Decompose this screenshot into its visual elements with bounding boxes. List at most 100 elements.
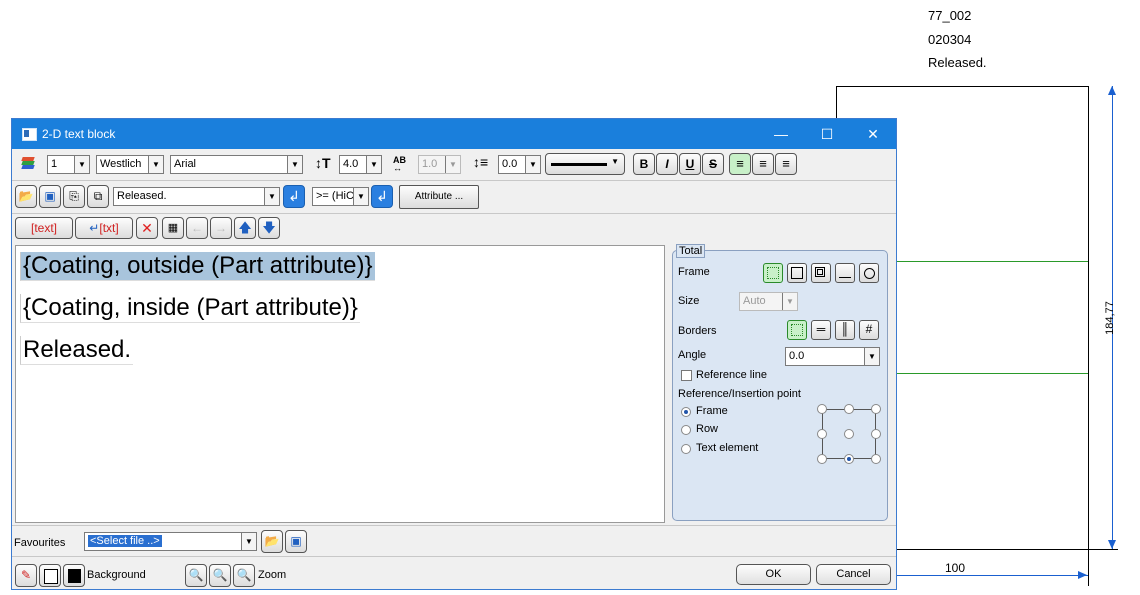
radio-row-label: Row [696, 423, 719, 435]
frame-underline-button[interactable] [835, 263, 855, 283]
close-icon[interactable]: ✕ [850, 119, 896, 149]
insert-txt-button[interactable]: ↵[txt] [75, 217, 133, 239]
italic-button[interactable]: I [656, 153, 678, 175]
align-left-button[interactable]: ≡ [729, 153, 751, 175]
favourites-save-icon[interactable]: ▣ [285, 530, 307, 553]
layer-value: 1 [51, 158, 58, 170]
layer-select[interactable]: 1 ▼ [47, 155, 90, 174]
reference-line-checkbox[interactable] [681, 370, 692, 381]
insertion-point-middle-right[interactable] [871, 429, 881, 439]
operator-enter-icon[interactable]: ↲ [371, 185, 393, 208]
chevron-down-icon[interactable]: ▼ [241, 533, 256, 550]
frame-rectangle-button[interactable] [787, 263, 807, 283]
text-value: Released. [117, 190, 167, 202]
insertion-point-middle-left[interactable] [817, 429, 827, 439]
layers-icon[interactable] [21, 157, 36, 169]
angle-select[interactable]: 0.0 ▼ [785, 347, 880, 366]
radio-frame-label: Frame [696, 405, 728, 417]
insertion-point-top-center[interactable] [844, 404, 854, 414]
background-black-swatch[interactable] [63, 564, 85, 587]
zoom-fit-icon[interactable]: 🔍 [209, 564, 231, 587]
pen-select[interactable]: Westlich ▼ [96, 155, 164, 174]
drawing-text-line-2: 020304 [928, 32, 972, 47]
frame-none-button[interactable] [763, 263, 783, 283]
maximize-icon[interactable]: ☐ [804, 119, 850, 149]
drawing-text-line-3: Released. [928, 55, 987, 70]
chevron-down-icon[interactable]: ▼ [525, 156, 540, 173]
chevron-down-icon: ▼ [782, 293, 797, 310]
strikethrough-button[interactable]: S [702, 153, 724, 175]
apply-enter-icon[interactable]: ↲ [283, 185, 305, 208]
save-icon[interactable]: ▣ [39, 185, 61, 208]
chevron-down-icon[interactable]: ▼ [74, 156, 89, 173]
bold-button[interactable]: B [633, 153, 655, 175]
cancel-button[interactable]: Cancel [816, 564, 891, 585]
spacing-select[interactable]: 0.0 ▼ [498, 155, 541, 174]
chevron-down-icon[interactable]: ▼ [287, 156, 302, 173]
insertion-point-bottom-right[interactable] [871, 454, 881, 464]
operator-value: >= (HiC [316, 190, 354, 202]
text-editor[interactable]: {Coating, outside (Part attribute)} {Coa… [15, 245, 665, 523]
insertion-point-top-left[interactable] [817, 404, 827, 414]
paste-icon[interactable]: ⎘ [63, 185, 85, 208]
operator-select[interactable]: >= (HiC ▼ [312, 187, 369, 206]
zoom-label: Zoom [258, 569, 287, 581]
favourites-open-icon[interactable]: 📂 [261, 530, 283, 553]
minimize-icon[interactable]: — [758, 119, 804, 149]
font-select[interactable]: Arial ▼ [170, 155, 303, 174]
delete-icon[interactable]: ✕ [136, 217, 158, 239]
radio-text-element[interactable] [681, 444, 691, 454]
dialog-titlebar[interactable]: 2-D text block — ☐ ✕ [12, 119, 896, 149]
borders-grid-button[interactable]: # [859, 320, 879, 340]
insertion-point-middle-center[interactable] [844, 429, 854, 439]
editor-line-2[interactable]: {Coating, inside (Part attribute)} [20, 294, 360, 323]
size-value: Auto [743, 295, 766, 307]
footer-separator [12, 525, 896, 526]
copy-icon[interactable]: ⧉ [87, 185, 109, 208]
frame-circle-button[interactable] [859, 263, 879, 283]
ok-button[interactable]: OK [736, 564, 811, 585]
drawing-green-line-1 [897, 261, 1088, 262]
line-style-select[interactable]: ▼ [545, 153, 625, 175]
dimension-horizontal-value: 100 [945, 561, 966, 575]
insertion-point-bottom-left[interactable] [817, 454, 827, 464]
background-white-swatch[interactable] [39, 564, 61, 587]
chevron-down-icon[interactable]: ▼ [264, 188, 279, 205]
drawing-frame-right [1088, 86, 1089, 586]
arrow-down-icon[interactable]: 🡇 [258, 217, 280, 239]
favourites-value: <Select file ..> [88, 535, 162, 547]
chevron-down-icon[interactable]: ▼ [864, 348, 879, 365]
insertion-point-bottom-center[interactable] [844, 454, 854, 464]
radio-row[interactable] [681, 425, 691, 435]
favourites-select[interactable]: <Select file ..> ▼ [84, 532, 257, 551]
chevron-down-icon[interactable]: ▼ [366, 156, 381, 173]
insert-text-button[interactable]: [text] [15, 217, 73, 239]
chevron-down-icon[interactable]: ▼ [353, 188, 368, 205]
radio-frame[interactable] [681, 407, 691, 417]
drawing-frame-top [836, 86, 1089, 87]
dimension-vertical-value: 184,77 [1104, 301, 1116, 335]
height-select[interactable]: 4.0 ▼ [339, 155, 382, 174]
insertion-point-top-right[interactable] [871, 404, 881, 414]
frame-label: Frame [678, 266, 710, 278]
attribute-button[interactable]: Attribute ... [399, 185, 479, 209]
editor-line-3[interactable]: Released. [20, 336, 134, 365]
chevron-down-icon[interactable]: ▼ [148, 156, 163, 173]
borders-none-button[interactable] [787, 320, 807, 340]
underline-button[interactable]: U [679, 153, 701, 175]
borders-vertical-button[interactable]: ║ [835, 320, 855, 340]
zoom-in-icon[interactable]: 🔍 [185, 564, 207, 587]
align-right-button[interactable]: ≡ [775, 153, 797, 175]
drawing-text-line-1: 77_002 [928, 8, 972, 23]
background-color-picker-icon[interactable]: ✎ [15, 564, 37, 587]
editor-line-1[interactable]: {Coating, outside (Part attribute)} [20, 252, 375, 281]
frame-double-button[interactable] [811, 263, 831, 283]
align-center-button[interactable]: ≡ [752, 153, 774, 175]
size-select: Auto ▼ [739, 292, 798, 311]
borders-horizontal-button[interactable]: ═ [811, 320, 831, 340]
select-all-icon[interactable]: ▦ [162, 217, 184, 239]
open-icon[interactable]: 📂 [15, 185, 37, 208]
text-value-select[interactable]: Released. ▼ [113, 187, 280, 206]
arrow-up-icon[interactable]: 🡅 [234, 217, 256, 239]
zoom-out-icon[interactable]: 🔍 [233, 564, 255, 587]
